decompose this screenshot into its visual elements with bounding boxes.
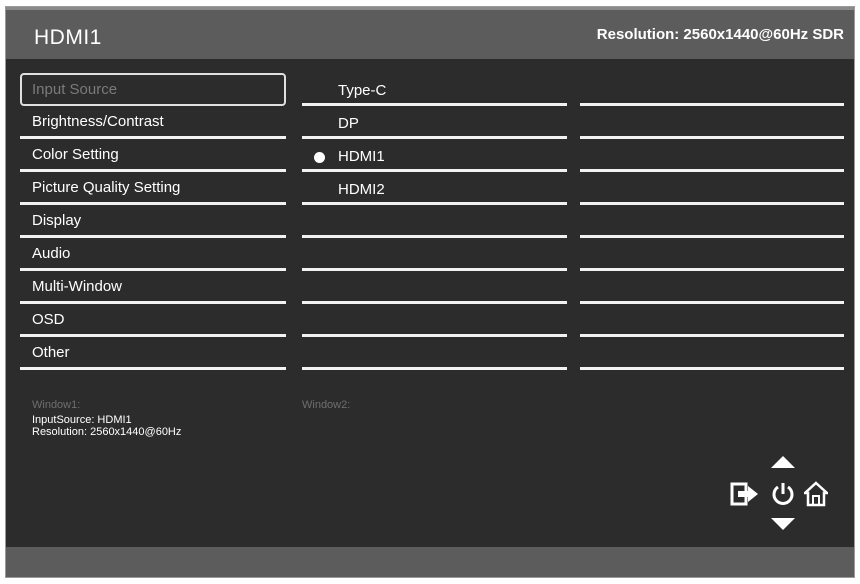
sub-option-empty-row [580,304,844,337]
option-hdmi1[interactable]: HDMI1 [302,139,567,172]
option-hdmi2[interactable]: HDMI2 [302,172,567,205]
sub-option-empty-row [580,106,844,139]
menu-item-audio[interactable]: Audio [20,238,286,271]
down-arrow-icon[interactable] [770,517,796,531]
sub-option-empty-row [580,172,844,205]
sub-option-empty-row [580,238,844,271]
exit-icon[interactable] [730,481,760,507]
sub-option-empty-row [580,271,844,304]
menu-item-label: Other [32,344,70,361]
sub-options [580,73,844,370]
option-empty-row [302,205,567,238]
window1-info: Window1: InputSource: HDMI1 Resolution: … [32,399,181,438]
sub-option-empty-row [580,205,844,238]
window2-title: Window2: [302,399,351,411]
home-icon[interactable] [804,481,828,507]
option-empty-row [302,238,567,271]
menu-item-label: OSD [32,311,65,328]
window1-input-source: InputSource: HDMI1 [32,414,132,426]
menu-item-input-source[interactable]: Input Source [20,73,286,106]
sub-option-empty-row [580,337,844,370]
input-title: HDMI1 [34,26,102,49]
power-icon[interactable] [771,481,795,507]
menu-item-picture-quality[interactable]: Picture Quality Setting [20,172,286,205]
option-empty-row [302,271,567,304]
menu-item-label: Display [32,212,82,229]
menu-item-label: Brightness/Contrast [32,113,164,130]
osd-controls [726,455,828,535]
menu-item-label: Input Source [32,81,118,98]
menu-item-label: Multi-Window [32,278,123,295]
menu-item-color-setting[interactable]: Color Setting [20,139,286,172]
window1-resolution: Resolution: 2560x1440@60Hz [32,426,182,438]
menu-item-label: Audio [32,245,71,262]
selected-dot-icon [314,152,325,163]
osd-window: HDMI1 Resolution: 2560x1440@60Hz SDR Inp… [5,6,855,578]
resolution-readout: Resolution: 2560x1440@60Hz SDR [596,26,844,43]
menu-item-display[interactable]: Display [20,205,286,238]
option-empty-row [302,337,567,370]
window2-info: Window2: [302,399,350,411]
option-type-c[interactable]: Type-C [302,73,567,106]
menu-item-multi-window[interactable]: Multi-Window [20,271,286,304]
osd-header: HDMI1 Resolution: 2560x1440@60Hz SDR [6,7,854,59]
option-label: Type-C [338,82,387,99]
menu-item-label: Picture Quality Setting [32,179,181,196]
sub-option-empty-row [580,73,844,106]
menu-item-other[interactable]: Other [20,337,286,370]
sub-option-empty-row [580,139,844,172]
menu-item-brightness-contrast[interactable]: Brightness/Contrast [20,106,286,139]
window1-title: Window1: [32,399,81,411]
option-label: HDMI1 [338,148,385,165]
main-menu: Input Source Brightness/Contrast Color S… [20,73,286,370]
option-dp[interactable]: DP [302,106,567,139]
up-arrow-icon[interactable] [770,455,796,469]
menu-item-osd[interactable]: OSD [20,304,286,337]
osd-footer [6,547,854,577]
option-label: HDMI2 [338,181,385,198]
option-empty-row [302,304,567,337]
input-source-options: Type-C DP HDMI1 HDMI2 [302,73,567,370]
menu-item-label: Color Setting [32,146,119,163]
option-label: DP [338,115,359,132]
